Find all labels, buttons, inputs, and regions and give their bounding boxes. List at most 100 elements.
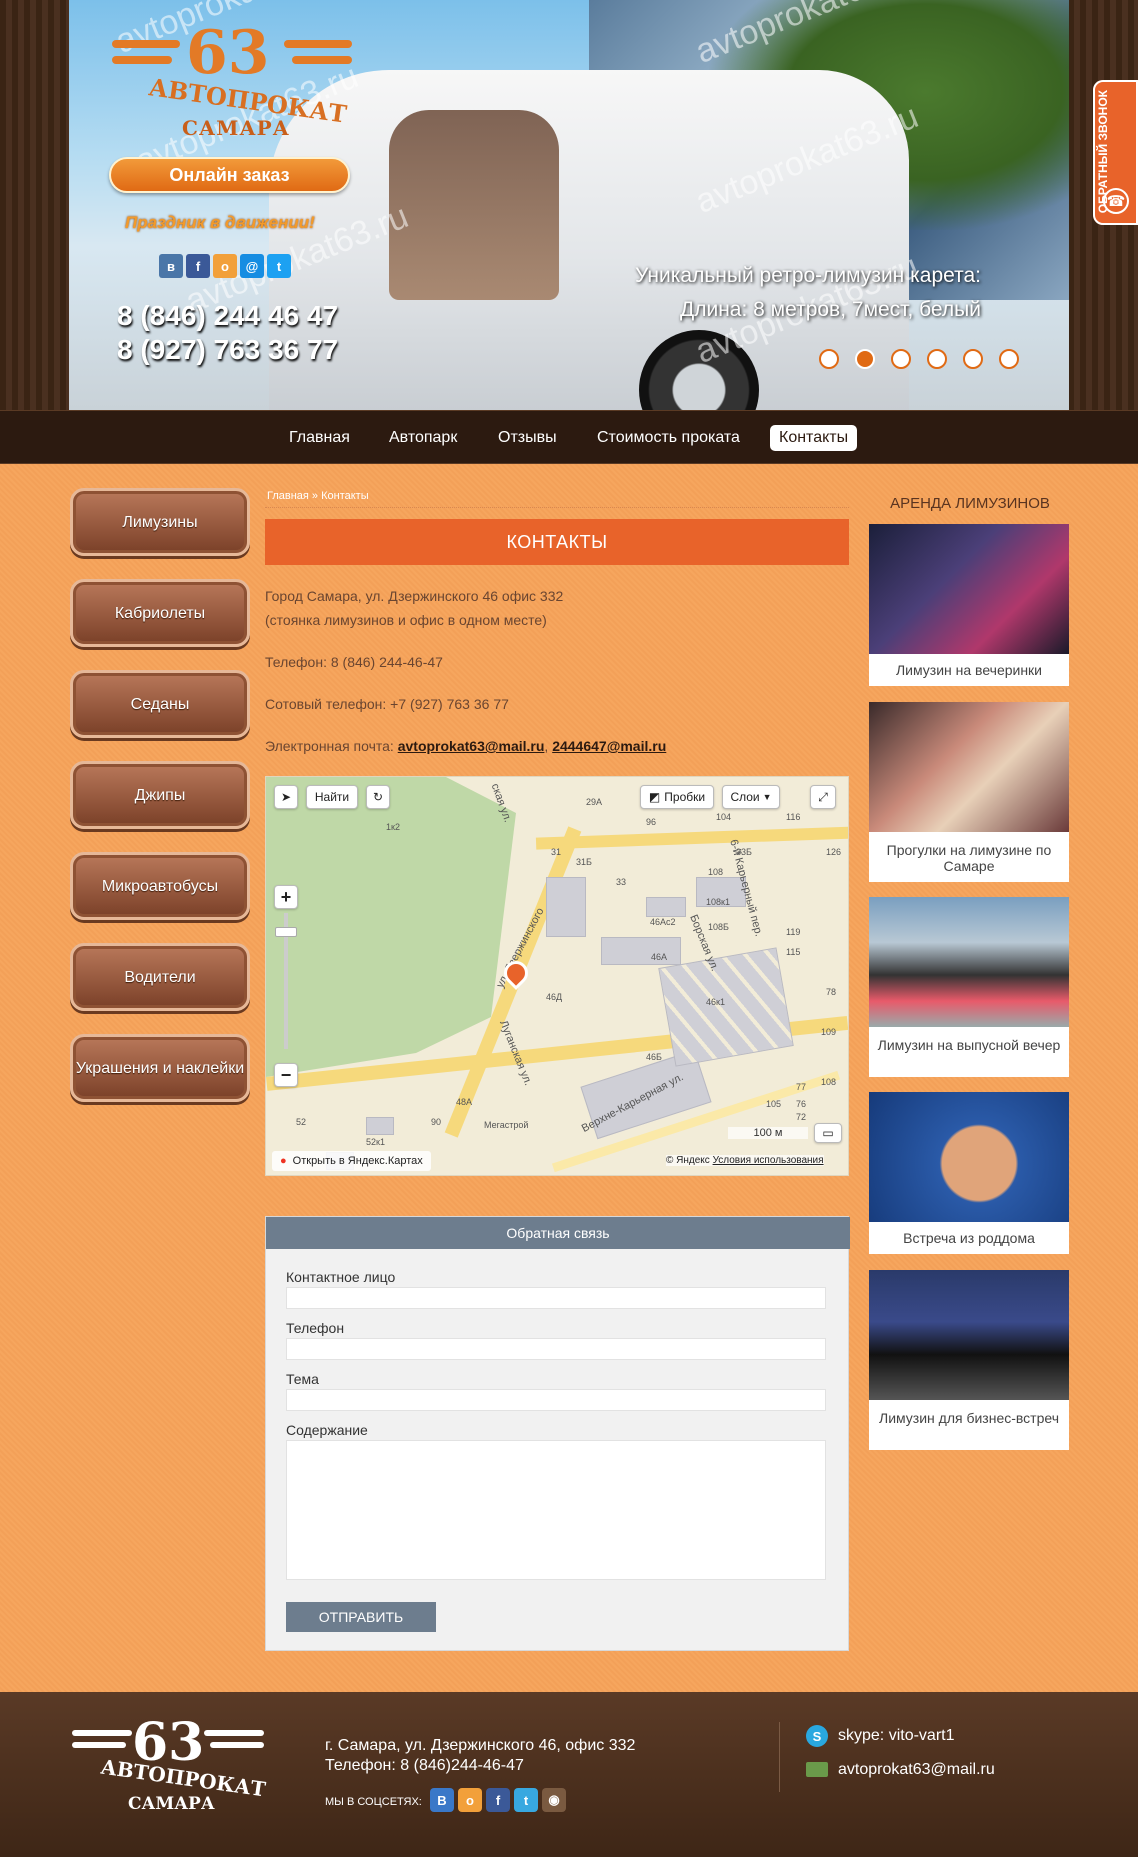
zoom-slider-handle[interactable] <box>275 927 297 937</box>
nav-fleet[interactable]: Автопарк <box>380 425 466 451</box>
card-image <box>869 1092 1069 1222</box>
email-link-1[interactable]: avtoprokat63@mail.ru <box>398 738 545 754</box>
house-number-label: 76 <box>796 1099 807 1109</box>
route-icon[interactable]: ↻ <box>366 785 390 809</box>
sidebar-item-limousines[interactable]: Лимузины <box>70 488 250 556</box>
logo-number: 63 <box>186 18 270 88</box>
slider-dot[interactable] <box>855 349 875 369</box>
nav-contacts[interactable]: Контакты <box>770 425 858 451</box>
card-image <box>869 524 1069 654</box>
card-party-limo[interactable]: Лимузин на вечеринки <box>869 524 1069 686</box>
map-find-button[interactable]: Найти <box>306 785 358 809</box>
mobile-text: Сотовый телефон: +7 (927) 763 36 77 <box>265 696 509 712</box>
house-number-label: 33Б <box>736 847 752 857</box>
house-number-label: 77 <box>796 1082 807 1092</box>
skype-icon: S <box>806 1725 828 1747</box>
breadcrumb[interactable]: Главная » Контакты <box>267 490 369 502</box>
footer-divider <box>779 1722 780 1792</box>
facebook-icon[interactable]: f <box>486 1788 510 1812</box>
terms-link[interactable]: Условия использования <box>713 1155 824 1166</box>
sidebar-item-minibuses[interactable]: Микроавтобусы <box>70 852 250 920</box>
map-copyright: © Яндекс Условия использования <box>666 1155 824 1166</box>
geolocation-icon[interactable]: ➤ <box>274 785 298 809</box>
house-number-label: 108 <box>821 1077 837 1087</box>
odnoklassniki-icon[interactable]: о <box>213 254 237 278</box>
map-building <box>658 947 794 1067</box>
online-order-button[interactable]: Онлайн заказ <box>109 157 350 193</box>
twitter-icon[interactable]: t <box>514 1788 538 1812</box>
yandex-pin-icon: ● <box>280 1155 287 1167</box>
slider-dot[interactable] <box>927 349 947 369</box>
subject-field[interactable] <box>286 1389 826 1411</box>
house-number-label: 31Б <box>576 857 592 867</box>
email-link-2[interactable]: 2444647@mail.ru <box>552 738 666 754</box>
phone-field[interactable] <box>286 1338 826 1360</box>
header-phone-1[interactable]: 8 (846) 244 46 47 <box>117 300 338 332</box>
map-traffic-button[interactable]: ◩ Пробки <box>640 785 714 809</box>
footer-social-icons: B о f t ◉ <box>430 1788 566 1812</box>
card-graduation[interactable]: Лимузин на выпусной вечер <box>869 897 1069 1077</box>
logo-bar <box>210 1742 264 1748</box>
submit-button[interactable]: ОТПРАВИТЬ <box>286 1602 436 1632</box>
callback-button[interactable]: ОБРАТНЫЙ ЗВОНОК ☎ <box>1093 80 1138 225</box>
message-textarea[interactable] <box>286 1440 826 1580</box>
map-building <box>366 1117 394 1135</box>
house-number-label: 46Б <box>646 1052 662 1062</box>
house-number-label: 29А <box>586 797 603 807</box>
twitter-icon[interactable]: t <box>267 254 291 278</box>
map-layers-button[interactable]: Слои ▼ <box>722 785 780 809</box>
vk-icon[interactable]: B <box>430 1788 454 1812</box>
house-number-label: 46Ас2 <box>650 917 676 927</box>
house-number-label: 31 <box>551 847 562 857</box>
slider-dot[interactable] <box>999 349 1019 369</box>
sidebar-item-sedans[interactable]: Седаны <box>70 670 250 738</box>
footer-email[interactable]: avtoprokat63@mail.ru <box>838 1760 995 1780</box>
house-number-label: 46А <box>651 952 668 962</box>
odnoklassniki-icon[interactable]: о <box>458 1788 482 1812</box>
card-samara-ride[interactable]: Прогулки на лимузине по Самаре <box>869 702 1069 882</box>
sidebar-item-jeeps[interactable]: Джипы <box>70 761 250 829</box>
footer-skype[interactable]: skype: vito-vart1 <box>838 1726 954 1746</box>
vk-icon[interactable]: в <box>159 254 183 278</box>
house-number-label: 105 <box>766 1099 782 1109</box>
footer: 63 АВТОПРОКАТ САМАРА г. Самара, ул. Дзер… <box>0 1692 1138 1857</box>
layers-label: Слои <box>730 790 760 804</box>
card-caption: Лимузин для бизнес-встреч <box>879 1410 1059 1426</box>
logo[interactable]: 63 АВТОПРОКАТ САМАРА <box>112 18 352 140</box>
header-phone-2[interactable]: 8 (927) 763 36 77 <box>117 334 338 366</box>
house-number-label: 33 <box>616 877 627 887</box>
map-scale: 100 м <box>728 1127 808 1139</box>
house-number-label: 108к1 <box>706 897 730 907</box>
nav-home[interactable]: Главная <box>280 425 359 451</box>
house-number-label: 1к2 <box>386 822 400 832</box>
instagram-icon[interactable]: ◉ <box>542 1788 566 1812</box>
fullscreen-icon[interactable]: ⤢ <box>810 785 836 809</box>
house-number-label: 46к1 <box>706 997 725 1007</box>
footer-logo[interactable]: 63 АВТОПРОКАТ САМАРА <box>72 1712 272 1816</box>
open-in-yandex-label: Открыть в Яндекс.Картах <box>292 1155 423 1167</box>
open-in-yandex-link[interactable]: ● Открыть в Яндекс.Картах <box>272 1151 431 1171</box>
contact-person-field[interactable] <box>286 1287 826 1309</box>
moimir-icon[interactable]: @ <box>240 254 264 278</box>
house-number-label: 72 <box>796 1112 807 1122</box>
facebook-icon[interactable]: f <box>186 254 210 278</box>
zoom-in-icon[interactable]: + <box>274 885 298 909</box>
card-maternity[interactable]: Встреча из роддома <box>869 1092 1069 1254</box>
slider-dot[interactable] <box>891 349 911 369</box>
zoom-out-icon[interactable]: − <box>274 1063 298 1087</box>
card-business[interactable]: Лимузин для бизнес-встреч <box>869 1270 1069 1450</box>
sidebar-item-convertibles[interactable]: Кабриолеты <box>70 579 250 647</box>
traffic-label: Пробки <box>664 790 706 804</box>
house-number-label: 116 <box>786 812 801 822</box>
sidebar-item-drivers[interactable]: Водители <box>70 943 250 1011</box>
nav-reviews[interactable]: Отзывы <box>489 425 566 451</box>
slider-dot[interactable] <box>963 349 983 369</box>
sidebar-item-decorations[interactable]: Украшения и наклейки <box>70 1034 250 1102</box>
card-image <box>869 897 1069 1027</box>
slider-dot[interactable] <box>819 349 839 369</box>
ruler-icon[interactable]: ▭ <box>814 1123 842 1143</box>
house-number-label: 46Д <box>546 992 563 1002</box>
card-caption: Лимузин на вечеринки <box>895 662 1043 678</box>
yandex-map[interactable]: ул. Дзержинского Луганская ул. Борская у… <box>265 776 849 1176</box>
nav-prices[interactable]: Стоимость проката <box>588 425 749 451</box>
